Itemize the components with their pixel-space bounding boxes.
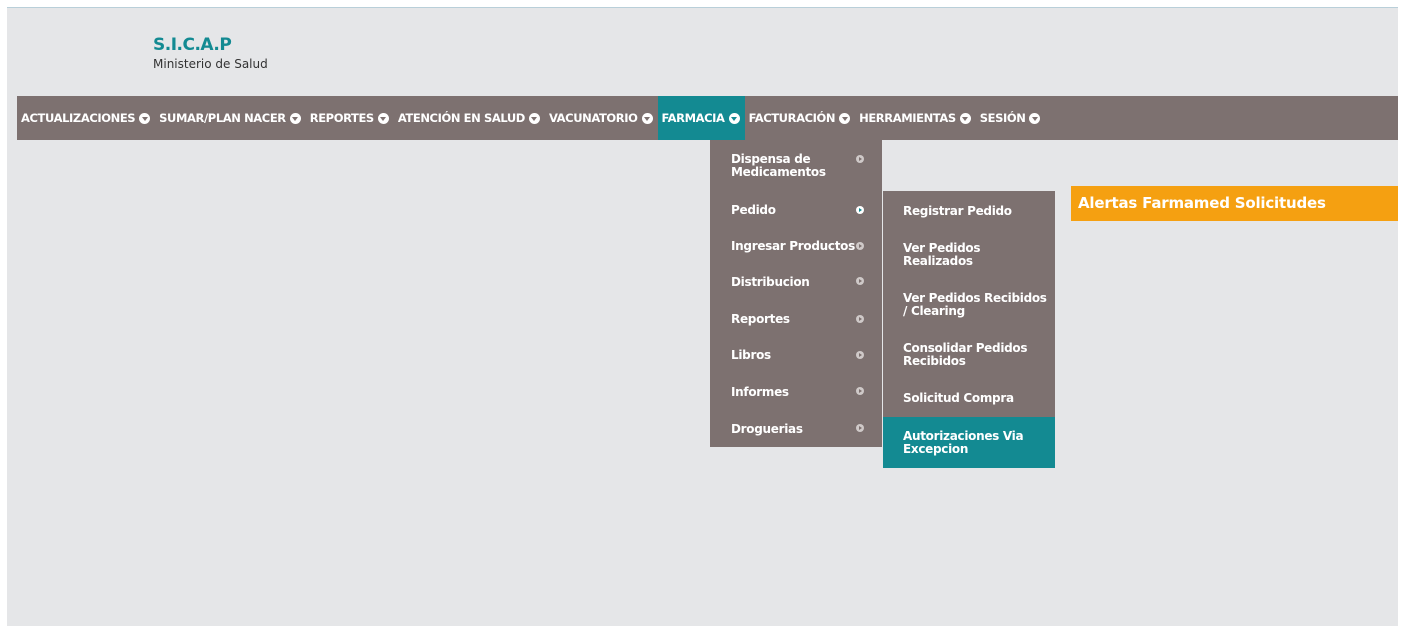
menu-actualizaciones[interactable]: ACTUALIZACIONES	[17, 96, 155, 140]
dropdown-item-distribucion[interactable]: Distribucion	[710, 276, 882, 292]
dropdown-item-label: Dispensa de Medicamentos	[731, 152, 826, 179]
chevron-down-icon	[641, 112, 653, 124]
brand: S.I.C.A.P Ministerio de Salud	[153, 35, 268, 71]
chevron-down-icon	[839, 112, 851, 124]
app-title[interactable]: S.I.C.A.P	[153, 35, 268, 55]
submenu-item-ver-pedidos-recibidos[interactable]: Ver Pedidos Recibidos / Clearing	[883, 292, 1055, 322]
menu-label: REPORTES	[309, 111, 374, 125]
dropdown-item-label: Droguerias	[731, 422, 803, 436]
menu-sumar-plan-nacer[interactable]: SUMAR/PLAN NACER	[155, 96, 306, 140]
dropdown-item-label: Pedido	[731, 203, 776, 217]
menu-sesion[interactable]: SESIÓN	[976, 96, 1046, 140]
app-subtitle: Ministerio de Salud	[153, 57, 268, 71]
chevron-down-icon	[528, 112, 540, 124]
chevron-right-icon	[856, 155, 864, 163]
menu-reportes[interactable]: REPORTES	[306, 96, 394, 140]
submenu-item-registrar-pedido[interactable]: Registrar Pedido	[883, 205, 1055, 221]
dropdown-item-pedido[interactable]: Pedido	[710, 204, 882, 220]
dropdown-item-label: Informes	[731, 385, 789, 399]
alert-label: Alertas Farmamed Solicitudes	[1078, 194, 1326, 212]
menu-label: ACTUALIZACIONES	[21, 111, 136, 125]
menu-facturacion[interactable]: FACTURACIÓN	[745, 96, 856, 140]
chevron-right-icon	[856, 206, 864, 214]
menu-label: VACUNATORIO	[548, 111, 638, 125]
dropdown-item-label: Ingresar Productos	[731, 239, 855, 253]
dropdown-item-label: Libros	[731, 348, 771, 362]
chevron-right-icon	[856, 315, 864, 323]
dropdown-item-dispensa[interactable]: Dispensa de Medicamentos	[710, 153, 882, 183]
submenu-item-label: Solicitud Compra	[903, 391, 1014, 405]
dropdown-item-label: Distribucion	[731, 275, 810, 289]
dropdown-item-libros[interactable]: Libros	[710, 349, 882, 365]
chevron-down-icon	[1029, 112, 1041, 124]
submenu-item-label: Ver Pedidos Realizados	[903, 241, 981, 268]
menu-label: SESIÓN	[979, 111, 1026, 125]
menu-herramientas[interactable]: HERRAMIENTAS	[855, 96, 976, 140]
menu-label: FACTURACIÓN	[748, 111, 836, 125]
dropdown-item-label: Reportes	[731, 312, 790, 326]
chevron-down-icon	[959, 112, 971, 124]
submenu-item-label: Autorizaciones Via Excepcion	[903, 429, 1024, 456]
menu-label: SUMAR/PLAN NACER	[159, 111, 286, 125]
menu-label: FARMACIA	[661, 111, 725, 125]
dropdown-item-droguerias[interactable]: Droguerias	[710, 423, 882, 439]
dropdown-item-informes[interactable]: Informes	[710, 386, 882, 402]
chevron-down-icon	[377, 112, 389, 124]
main-menu-bar: ACTUALIZACIONES SUMAR/PLAN NACER REPORTE…	[17, 96, 1398, 140]
alertas-farmamed-banner[interactable]: Alertas Farmamed Solicitudes	[1071, 186, 1398, 221]
menu-vacunatorio[interactable]: VACUNATORIO	[545, 96, 658, 140]
submenu-item-ver-pedidos-realizados[interactable]: Ver Pedidos Realizados	[883, 242, 1055, 272]
chevron-right-icon	[856, 387, 864, 395]
pedido-submenu: Registrar Pedido Ver Pedidos Realizados …	[883, 191, 1055, 468]
submenu-item-label: Ver Pedidos Recibidos / Clearing	[903, 291, 1047, 318]
submenu-item-autorizaciones-via-excepcion[interactable]: Autorizaciones Via Excepcion	[883, 417, 1055, 468]
chevron-right-icon	[856, 351, 864, 359]
submenu-item-consolidar-pedidos[interactable]: Consolidar Pedidos Recibidos	[883, 342, 1055, 372]
submenu-item-label: Registrar Pedido	[903, 204, 1012, 218]
submenu-item-label: Consolidar Pedidos Recibidos	[903, 341, 1028, 368]
chevron-down-icon	[728, 112, 740, 124]
menu-label: ATENCIÓN EN SALUD	[397, 111, 526, 125]
submenu-item-solicitud-compra[interactable]: Solicitud Compra	[883, 392, 1055, 408]
dropdown-item-ingresar-productos[interactable]: Ingresar Productos	[710, 240, 882, 256]
chevron-right-icon	[856, 424, 864, 432]
menu-farmacia[interactable]: FARMACIA	[657, 96, 745, 140]
chevron-right-icon	[856, 242, 864, 250]
chevron-down-icon	[139, 112, 151, 124]
farmacia-dropdown: Dispensa de Medicamentos Pedido Ingresar…	[710, 140, 882, 447]
chevron-right-icon	[856, 277, 864, 285]
menu-atencion-en-salud[interactable]: ATENCIÓN EN SALUD	[394, 96, 545, 140]
dropdown-item-reportes[interactable]: Reportes	[710, 313, 882, 329]
menu-label: HERRAMIENTAS	[859, 111, 956, 125]
chevron-down-icon	[289, 112, 301, 124]
